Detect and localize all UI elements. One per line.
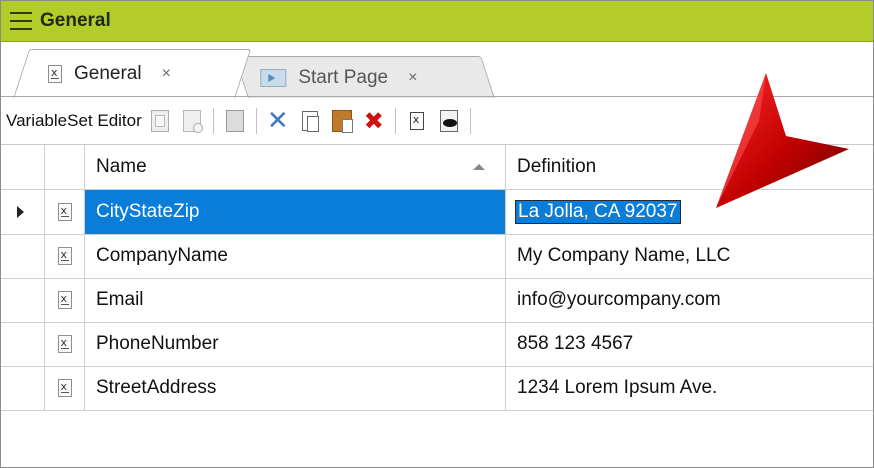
red-arrow-annotation bbox=[716, 73, 849, 208]
header-indicator-cell bbox=[1, 145, 45, 189]
name-cell[interactable]: CompanyName bbox=[85, 234, 506, 278]
name-text: StreetAddress bbox=[96, 377, 217, 398]
column-header-name[interactable]: Name bbox=[85, 145, 506, 189]
toolbar-separator bbox=[469, 108, 471, 134]
window-frame: General Start Page × General × VariableS… bbox=[0, 0, 874, 468]
new-variable-button[interactable] bbox=[146, 107, 174, 135]
row-indicator-cell[interactable] bbox=[1, 366, 45, 410]
toolbar-separator bbox=[212, 108, 214, 134]
definition-cell[interactable]: My Company Name, LLC bbox=[506, 234, 873, 278]
start-page-icon bbox=[260, 68, 287, 87]
row-icon-cell bbox=[45, 322, 85, 366]
definition-text: info@yourcompany.com bbox=[517, 289, 721, 310]
toolbar-separator bbox=[255, 108, 257, 134]
window-title: General bbox=[40, 10, 111, 31]
variable-icon bbox=[57, 335, 72, 353]
row-indicator-cell[interactable] bbox=[1, 234, 45, 278]
definition-edit-text[interactable]: La Jolla, CA 92037 bbox=[515, 200, 681, 224]
sort-ascending-icon bbox=[473, 164, 485, 170]
tab-general[interactable]: General × bbox=[12, 49, 252, 99]
variable-icon bbox=[57, 247, 72, 265]
row-indicator-cell[interactable] bbox=[1, 278, 45, 322]
name-cell[interactable]: CityStateZip bbox=[85, 190, 506, 234]
table-row[interactable]: CompanyName My Company Name, LLC bbox=[1, 234, 873, 279]
new-variable-alt-button[interactable] bbox=[178, 107, 206, 135]
tab-label: General bbox=[74, 63, 142, 84]
variable-icon bbox=[57, 379, 72, 397]
new-variable-alt-icon bbox=[182, 110, 203, 133]
table-row[interactable]: StreetAddress 1234 Lorem Ipsum Ave. bbox=[1, 366, 873, 411]
current-row-arrow-icon bbox=[17, 206, 24, 218]
name-text: CompanyName bbox=[96, 245, 228, 266]
copy-button[interactable] bbox=[296, 107, 324, 135]
column-header-name-label: Name bbox=[96, 156, 147, 177]
name-cell[interactable]: Email bbox=[85, 278, 506, 322]
page-button[interactable] bbox=[221, 107, 249, 135]
variableset-file-icon bbox=[48, 65, 62, 83]
delete-button[interactable]: ✖ bbox=[360, 107, 388, 135]
delete-icon: ✖ bbox=[363, 107, 384, 135]
row-icon-cell bbox=[45, 234, 85, 278]
paste-button[interactable] bbox=[328, 107, 356, 135]
variable-icon bbox=[409, 112, 424, 130]
preview-icon bbox=[439, 110, 458, 132]
definition-text: 1234 Lorem Ipsum Ave. bbox=[517, 377, 718, 398]
row-icon-cell bbox=[45, 190, 85, 234]
name-text: Email bbox=[96, 289, 144, 310]
definition-cell[interactable]: info@yourcompany.com bbox=[506, 278, 873, 322]
variable-button[interactable] bbox=[403, 107, 431, 135]
new-variable-icon bbox=[150, 110, 169, 132]
variable-icon bbox=[57, 203, 72, 221]
definition-cell[interactable]: 1234 Lorem Ipsum Ave. bbox=[506, 366, 873, 410]
close-icon[interactable]: × bbox=[408, 69, 417, 87]
close-icon[interactable]: × bbox=[162, 65, 171, 83]
name-cell[interactable]: PhoneNumber bbox=[85, 322, 506, 366]
name-cell[interactable]: StreetAddress bbox=[85, 366, 506, 410]
row-icon-cell bbox=[45, 278, 85, 322]
definition-text: 858 123 4567 bbox=[517, 333, 634, 354]
copy-icon bbox=[301, 111, 319, 132]
toolbar-separator bbox=[394, 108, 396, 134]
page-icon bbox=[225, 110, 244, 132]
cut-button[interactable]: ✕ bbox=[264, 107, 292, 135]
title-bar: General bbox=[1, 1, 873, 42]
tab-label: Start Page bbox=[298, 66, 388, 88]
variable-icon bbox=[57, 291, 72, 309]
paste-icon bbox=[331, 110, 353, 133]
definition-cell[interactable]: 858 123 4567 bbox=[506, 322, 873, 366]
row-icon-cell bbox=[45, 366, 85, 410]
row-indicator-cell[interactable] bbox=[1, 190, 45, 234]
toolbar-title: VariableSet Editor bbox=[6, 111, 142, 130]
cut-icon: ✕ bbox=[266, 106, 289, 136]
tab-start-page[interactable]: Start Page × bbox=[234, 56, 495, 98]
name-text: CityStateZip bbox=[96, 201, 200, 222]
header-icon-cell bbox=[45, 145, 85, 189]
column-header-definition-label: Definition bbox=[517, 156, 597, 177]
definition-text: My Company Name, LLC bbox=[517, 245, 731, 266]
row-indicator-cell[interactable] bbox=[1, 322, 45, 366]
hamburger-menu-icon[interactable] bbox=[10, 12, 32, 30]
preview-button[interactable] bbox=[435, 107, 463, 135]
table-row[interactable]: Email info@yourcompany.com bbox=[1, 278, 873, 323]
name-text: PhoneNumber bbox=[96, 333, 219, 354]
table-row[interactable]: PhoneNumber 858 123 4567 bbox=[1, 322, 873, 367]
